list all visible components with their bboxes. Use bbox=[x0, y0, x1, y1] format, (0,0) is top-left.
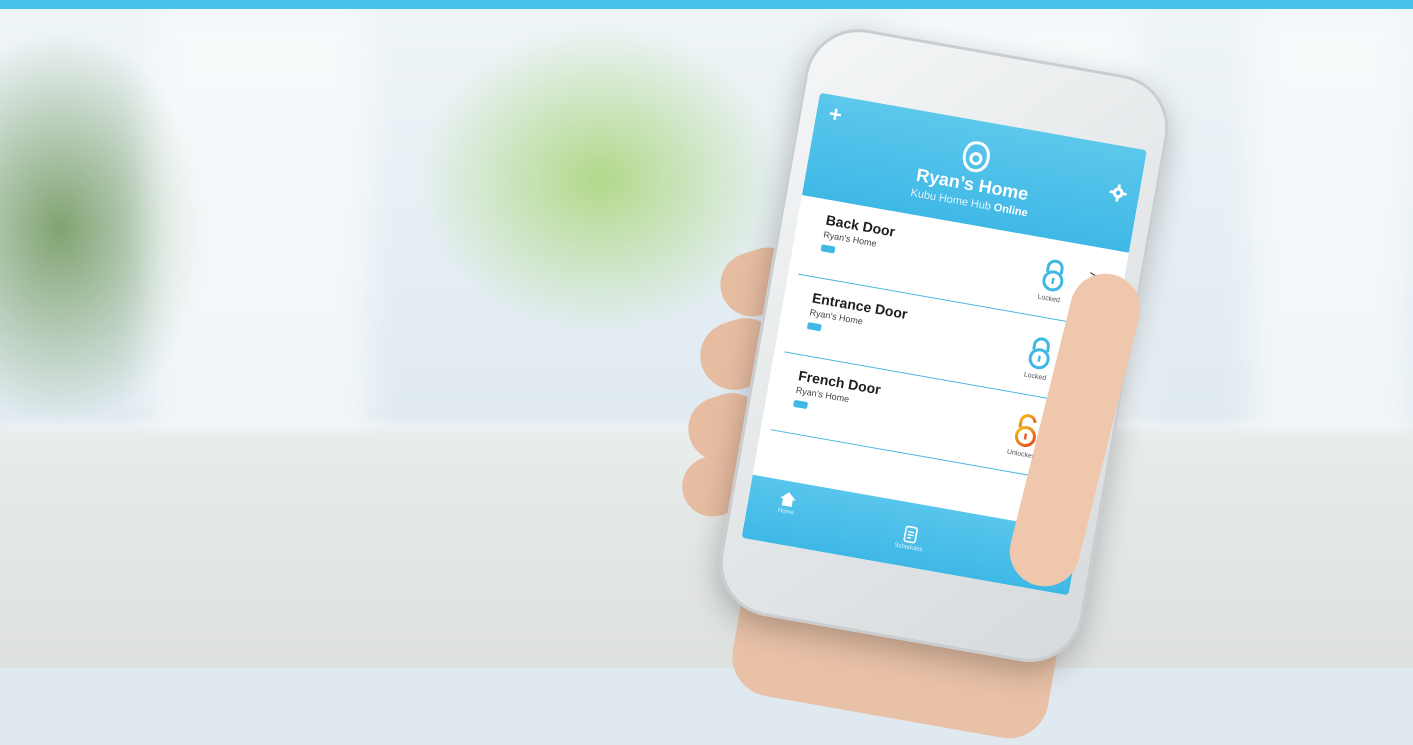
lock-status: Locked bbox=[1023, 371, 1047, 383]
top-accent-bar bbox=[0, 0, 1413, 9]
schedules-icon bbox=[903, 525, 918, 544]
tab-schedules[interactable]: Schedules bbox=[873, 519, 946, 557]
kubu-logo-icon bbox=[962, 141, 990, 173]
plus-icon: + bbox=[827, 100, 845, 128]
add-button[interactable]: + bbox=[825, 100, 846, 128]
battery-icon bbox=[806, 322, 822, 332]
lock-status: Locked bbox=[1036, 293, 1061, 305]
battery-icon bbox=[820, 244, 836, 254]
battery-icon bbox=[793, 399, 809, 410]
home-icon bbox=[780, 492, 796, 507]
locked-icon[interactable] bbox=[1037, 256, 1070, 294]
locked-icon[interactable] bbox=[1023, 334, 1056, 372]
tab-home[interactable]: Home bbox=[751, 485, 824, 521]
